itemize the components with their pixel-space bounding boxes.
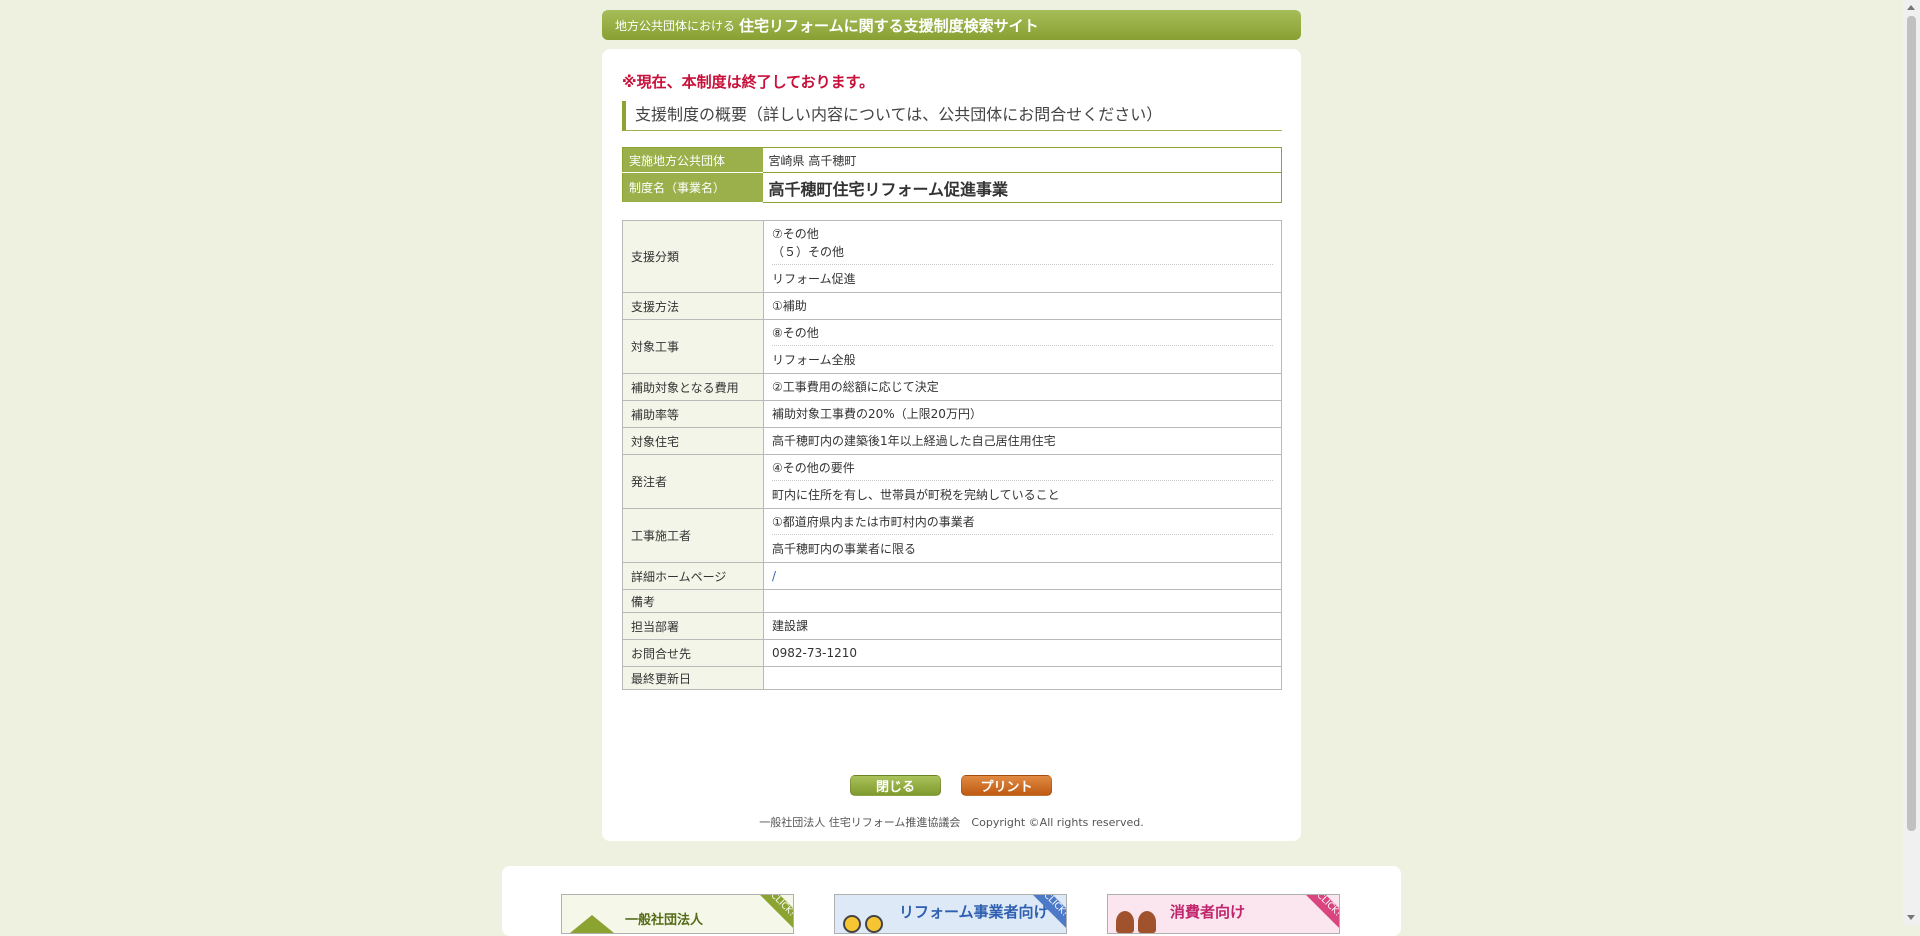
people-icon (1116, 903, 1162, 933)
program-name: 高千穂町住宅リフォーム促進事業 (768, 179, 1009, 199)
row-label: 補助率等 (622, 400, 764, 428)
consumer-banner[interactable]: 消費者向け CLICK! (1107, 894, 1340, 934)
banner-panel: 一般社団法人 CLICK! リフォーム事業者向け CLICK! 消費者向け CL… (502, 866, 1401, 936)
scroll-thumb[interactable] (1907, 16, 1916, 831)
support-type-line1: ⑦その他 (772, 227, 819, 241)
row-contractor: 工事施工者 ①都道府県内または市町村内の事業者 高千穂町内の事業者に限る (622, 508, 1282, 563)
row-label: 支援分類 (622, 220, 764, 293)
row-label: 支援方法 (622, 292, 764, 320)
row-label: 対象住宅 (622, 427, 764, 455)
summary-label: 実施地方公共団体 (622, 147, 763, 173)
program-name-value: 高千穂町住宅リフォーム促進事業 (762, 172, 1282, 203)
banner-text: 消費者向け (1170, 903, 1246, 921)
scroll-down-icon[interactable] (1907, 915, 1915, 920)
copyright: 一般社団法人 住宅リフォーム推進協議会 Copyright ©All right… (759, 816, 1144, 829)
row-homepage: 詳細ホームページ / (622, 562, 1282, 590)
summary-row-municipality: 実施地方公共団体 宮崎県 高千穂町 (622, 147, 1282, 173)
scroll-up-icon[interactable] (1907, 5, 1915, 10)
row-value: 補助対象工事費の20%（上限20万円） (763, 400, 1282, 428)
row-label: 詳細ホームページ (622, 562, 764, 590)
row-label: 補助対象となる費用 (622, 373, 764, 401)
workers-icon (843, 903, 889, 933)
row-value: 0982-73-1210 (763, 639, 1282, 667)
target-work-line1: ⑧その他 (772, 324, 1273, 346)
support-type-category: ⑦その他 （５）その他 (772, 225, 1273, 265)
row-value: ①補助 (763, 292, 1282, 320)
row-label: 対象工事 (622, 319, 764, 374)
orderer-line1: ④その他の要件 (772, 459, 1273, 481)
row-value: ④その他の要件 町内に住所を有し、世帯員が町税を完納していること (763, 454, 1282, 509)
row-updated: 最終更新日 (622, 666, 1282, 690)
target-work-line2: リフォーム全般 (772, 353, 856, 367)
row-department: 担当部署 建設課 (622, 612, 1282, 640)
banner-text: リフォーム事業者向け (899, 903, 1049, 921)
detail-table: 支援分類 ⑦その他 （５）その他 リフォーム促進 支援方法 ①補助 対象工事 ⑧… (622, 220, 1282, 690)
row-value: ⑧その他 リフォーム全般 (763, 319, 1282, 374)
row-value (763, 589, 1282, 613)
row-value: 高千穂町内の建築後1年以上経過した自己居住用住宅 (763, 427, 1282, 455)
contractor-banner[interactable]: リフォーム事業者向け CLICK! (834, 894, 1067, 934)
row-label: 最終更新日 (622, 666, 764, 690)
row-value: ②工事費用の総額に応じて決定 (763, 373, 1282, 401)
summary-table: 実施地方公共団体 宮崎県 高千穂町 制度名（事業名） 高千穂町住宅リフォーム促進… (622, 147, 1282, 203)
row-value: 建設課 (763, 612, 1282, 640)
row-support-method: 支援方法 ①補助 (622, 292, 1282, 320)
section-title: 支援制度の概要（詳しい内容については、公共団体にお問合せください） (622, 101, 1282, 131)
row-target-work: 対象工事 ⑧その他 リフォーム全般 (622, 319, 1282, 374)
click-ribbon: CLICK! (1300, 895, 1339, 933)
vertical-scrollbar[interactable] (1903, 0, 1920, 925)
contractor-line1: ①都道府県内または市町村内の事業者 (772, 513, 1273, 535)
orderer-line2: 町内に住所を有し、世帯員が町税を完納していること (772, 488, 1060, 502)
row-label: お問合せ先 (622, 639, 764, 667)
ended-notice: ※現在、本制度は終了しております。 (622, 73, 875, 91)
summary-label: 制度名（事業名） (622, 172, 763, 203)
row-value (763, 666, 1282, 690)
house-icon (570, 903, 616, 933)
row-contact: お問合せ先 0982-73-1210 (622, 639, 1282, 667)
row-housing: 対象住宅 高千穂町内の建築後1年以上経過した自己居住用住宅 (622, 427, 1282, 455)
summary-row-program-name: 制度名（事業名） 高千穂町住宅リフォーム促進事業 (622, 172, 1282, 203)
row-rate: 補助率等 補助対象工事費の20%（上限20万円） (622, 400, 1282, 428)
close-button[interactable]: 閉じる (850, 775, 941, 796)
header-prefix: 地方公共団体における (615, 18, 736, 33)
row-value: ⑦その他 （５）その他 リフォーム促進 (763, 220, 1282, 293)
row-label: 担当部署 (622, 612, 764, 640)
site-header: 地方公共団体における 住宅リフォームに関する支援制度検索サイト (602, 10, 1301, 40)
banner-text: 一般社団法人 (625, 913, 704, 928)
row-label: 工事施工者 (622, 508, 764, 563)
row-value: ①都道府県内または市町村内の事業者 高千穂町内の事業者に限る (763, 508, 1282, 563)
homepage-link[interactable]: / (772, 569, 776, 583)
row-label: 発注者 (622, 454, 764, 509)
municipality-value: 宮崎県 高千穂町 (762, 147, 1282, 173)
main-panel: ※現在、本制度は終了しております。 支援制度の概要（詳しい内容については、公共団… (602, 49, 1301, 841)
row-value: / (763, 562, 1282, 590)
support-type-line3: リフォーム促進 (772, 272, 856, 286)
support-type-line2: （５）その他 (772, 245, 845, 259)
site-title[interactable]: 住宅リフォームに関する支援制度検索サイト (739, 15, 1039, 36)
click-ribbon: CLICK! (754, 895, 793, 933)
association-banner[interactable]: 一般社団法人 CLICK! (561, 894, 794, 934)
contractor-line2: 高千穂町内の事業者に限る (772, 542, 917, 556)
row-notes: 備考 (622, 589, 1282, 613)
row-cost: 補助対象となる費用 ②工事費用の総額に応じて決定 (622, 373, 1282, 401)
print-button[interactable]: プリント (961, 775, 1052, 796)
row-support-type: 支援分類 ⑦その他 （５）その他 リフォーム促進 (622, 220, 1282, 293)
row-label: 備考 (622, 589, 764, 613)
row-orderer: 発注者 ④その他の要件 町内に住所を有し、世帯員が町税を完納していること (622, 454, 1282, 509)
